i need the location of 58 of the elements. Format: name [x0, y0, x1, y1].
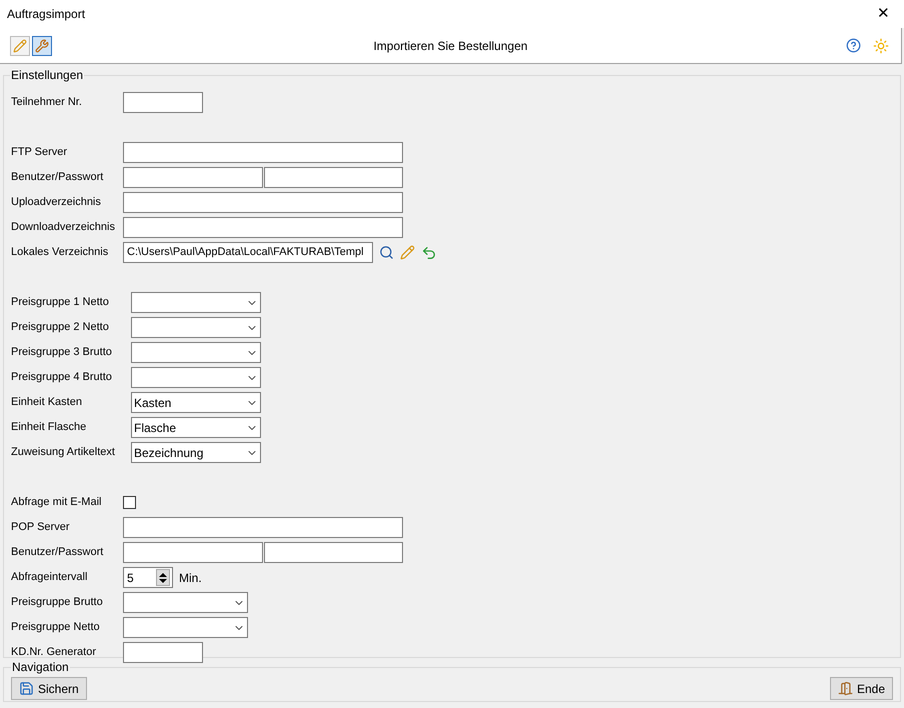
username-field[interactable] — [123, 542, 263, 563]
username-field[interactable] — [123, 167, 263, 188]
dropdown[interactable] — [131, 367, 261, 388]
dropdown[interactable]: Kasten — [131, 392, 261, 413]
field-label: KD.Nr. Generator — [11, 645, 97, 660]
dropdown[interactable]: Bezeichnung — [131, 442, 261, 463]
exit-button[interactable]: Ende — [830, 677, 893, 700]
save-button[interactable]: Sichern — [11, 677, 87, 700]
dropdown[interactable] — [131, 292, 261, 313]
field-label: Preisgruppe 2 Netto — [11, 320, 110, 336]
field-label: POP Server — [11, 520, 70, 536]
dropdown[interactable] — [123, 592, 248, 613]
door-icon — [838, 681, 853, 696]
spin-arrows-icon[interactable] — [156, 569, 170, 586]
help-icon[interactable] — [846, 38, 861, 52]
input-field[interactable] — [123, 92, 203, 113]
field-label: Teilnehmer Nr. — [11, 95, 83, 110]
field-label: Preisgruppe 3 Brutto — [11, 345, 113, 360]
input-field[interactable] — [123, 217, 403, 238]
field-label: Preisgruppe 1 Netto — [11, 295, 110, 310]
field-label: Einheit Kasten — [11, 395, 83, 410]
dropdown[interactable]: Flasche — [131, 417, 261, 438]
checkbox[interactable] — [123, 496, 136, 509]
field-label: Uploadverzeichnis — [11, 195, 102, 210]
input-field[interactable] — [123, 517, 403, 538]
group-title: Einstellungen — [10, 67, 84, 84]
field-label: Benutzer/Passwort — [11, 170, 104, 186]
field-label: Preisgruppe Brutto — [11, 595, 104, 610]
field-label: Einheit Flasche — [11, 420, 88, 436]
return-arrow-icon[interactable] — [421, 244, 437, 260]
input-field[interactable] — [123, 192, 403, 213]
unit-label: Min. — [179, 570, 202, 586]
search-icon[interactable] — [379, 245, 394, 260]
field-label: FTP Server — [11, 145, 68, 160]
close-button[interactable]: ✕ — [877, 2, 890, 26]
group-title: Navigation — [11, 659, 70, 676]
dropdown[interactable] — [123, 617, 248, 638]
number-spinner[interactable]: 5 — [123, 567, 173, 588]
field-label: Preisgruppe Netto — [11, 620, 101, 636]
pencil-icon[interactable] — [400, 245, 415, 260]
field-label: Preisgruppe 4 Brutto — [11, 370, 113, 386]
toolbar-title: Importieren Sie Bestellungen — [372, 38, 529, 54]
dropdown[interactable] — [131, 317, 261, 338]
field-label: Zuweisung Artikeltext — [11, 445, 116, 460]
input-field[interactable] — [123, 142, 403, 163]
password-field[interactable] — [264, 542, 403, 563]
window-title: Auftragsimport — [7, 6, 86, 23]
edit-tool[interactable] — [10, 36, 30, 56]
tools-tool[interactable] — [32, 36, 52, 56]
password-field[interactable] — [264, 167, 403, 188]
input-field[interactable] — [123, 642, 203, 663]
dropdown[interactable] — [131, 342, 261, 363]
field-label: Abfrage mit E-Mail — [11, 495, 102, 510]
field-label: Lokales Verzeichnis — [11, 245, 110, 260]
field-label: Downloadverzeichnis — [11, 220, 116, 236]
field-label: Abfrageintervall — [11, 570, 88, 586]
field-label: Benutzer/Passwort — [11, 545, 104, 560]
path-field[interactable]: C:\Users\Paul\AppData\Local\FAKTURAB\Templ — [123, 242, 373, 263]
